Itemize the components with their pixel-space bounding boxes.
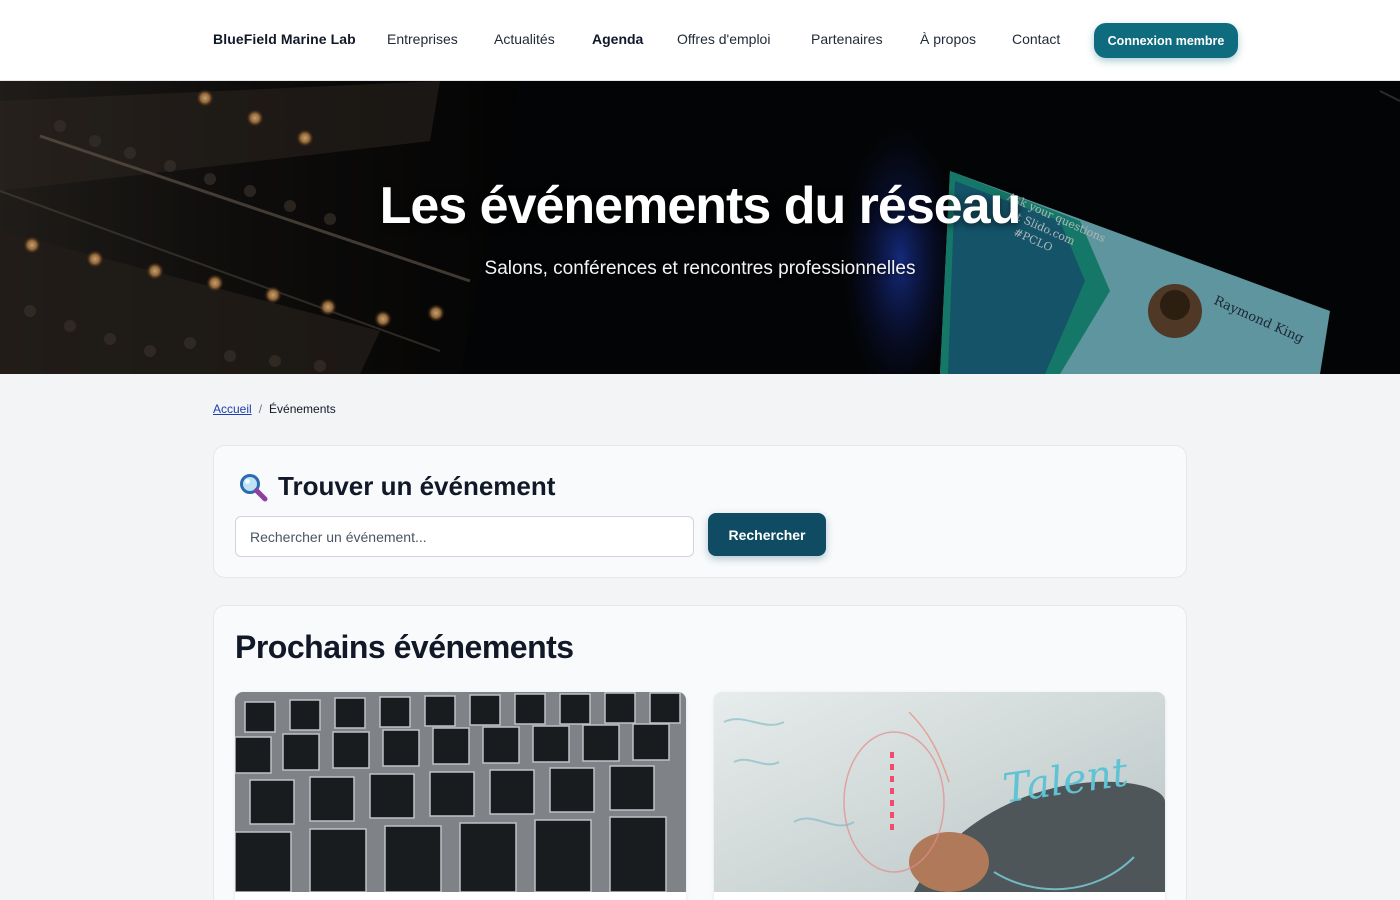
member-login-button[interactable]: Connexion membre: [1094, 23, 1238, 58]
hero-subtitle: Salons, conférences et rencontres profes…: [484, 258, 916, 279]
breadcrumb-current: Événements: [269, 402, 336, 416]
top-navigation-bar: BlueField Marine Lab Entreprises Actuali…: [0, 0, 1400, 81]
nav-item-entreprises[interactable]: Entreprises: [387, 31, 458, 47]
event-card[interactable]: [235, 692, 686, 900]
hero-title: Les événements du réseau: [379, 177, 1022, 235]
magnifier-icon: [240, 473, 268, 501]
event-image-talent-whiteboard: Talent: [714, 692, 1165, 892]
nav-item-agenda[interactable]: Agenda: [592, 31, 643, 47]
event-card[interactable]: Talent: [714, 692, 1165, 900]
nav-item-contact[interactable]: Contact: [1012, 31, 1060, 47]
event-search-input[interactable]: [235, 516, 694, 557]
nav-item-offres-emploi[interactable]: Offres d'emploi: [677, 31, 770, 47]
event-search-panel: Trouver un événement Rechercher: [213, 445, 1187, 578]
nav-item-partenaires[interactable]: Partenaires: [811, 31, 883, 47]
breadcrumb-separator: /: [258, 402, 263, 416]
hero-banner: Ask your questions at Slido.com #PCLO Ra…: [0, 81, 1400, 374]
search-panel-title: Trouver un événement: [278, 471, 556, 501]
nav-item-actualites[interactable]: Actualités: [494, 31, 555, 47]
search-button[interactable]: Rechercher: [708, 513, 826, 556]
breadcrumb-home-link[interactable]: Accueil: [213, 402, 252, 416]
search-panel-heading: Trouver un événement: [238, 471, 555, 502]
nav-item-a-propos[interactable]: À propos: [920, 31, 976, 47]
breadcrumb: Accueil / Événements: [213, 402, 336, 416]
event-image-empty-chairs: [235, 692, 686, 892]
upcoming-events-title: Prochains événements: [235, 629, 574, 665]
upcoming-events-section: Prochains événements Talent: [213, 605, 1187, 900]
